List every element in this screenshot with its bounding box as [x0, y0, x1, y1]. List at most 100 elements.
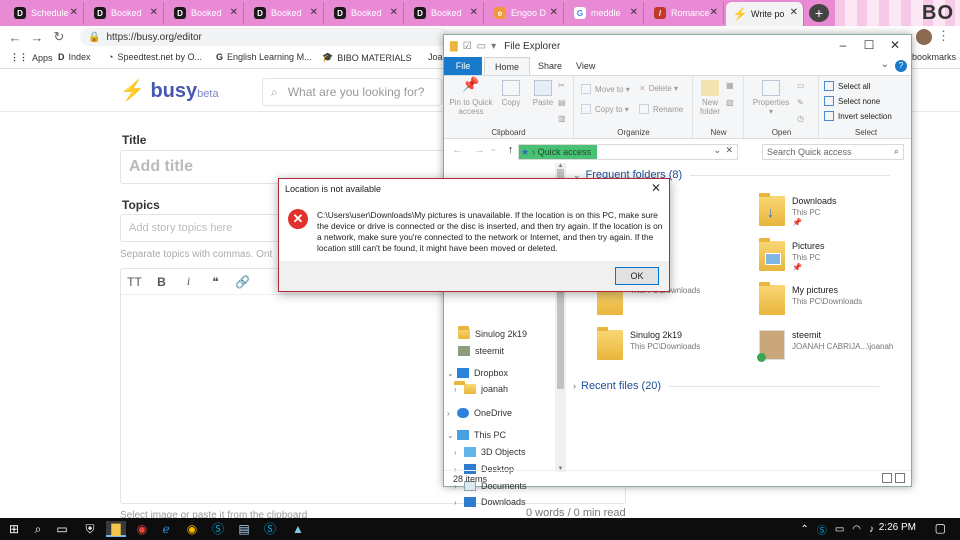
forward-arrow-icon[interactable]: →	[474, 144, 485, 156]
breadcrumb[interactable]: ★ › Quick access	[519, 145, 598, 159]
nav-item-downloads[interactable]: › Downloads	[454, 497, 526, 507]
tile-sinulog[interactable]: Sinulog 2k19 This PC\Downloads	[597, 327, 757, 360]
expand-arrow-icon[interactable]: ›	[573, 381, 576, 391]
tab-file[interactable]: File	[444, 57, 482, 75]
close-icon[interactable]: ✕	[790, 7, 798, 18]
edit-icon[interactable]: ✎	[797, 98, 804, 107]
tab-meddle[interactable]: G meddle ✕	[566, 2, 644, 24]
tile-pictures[interactable]: Pictures This PC 📌	[759, 238, 919, 272]
chevron-down-icon[interactable]: ▾	[491, 41, 496, 52]
search-icon[interactable]: ⌕	[28, 521, 48, 537]
select-none-button[interactable]: Select none	[824, 96, 880, 106]
task-view-icon[interactable]: ▭	[52, 521, 72, 537]
easy-access-icon[interactable]: ▧	[726, 98, 734, 107]
chevron-up-icon[interactable]: ⌃	[800, 524, 808, 535]
properties-icon[interactable]: ☑	[463, 41, 472, 52]
skype-tray-icon[interactable]: Ⓢ	[817, 522, 827, 537]
expand-arrow-icon[interactable]: ›	[454, 498, 464, 507]
pin-quick-access-button[interactable]: 📌 Pin to Quick access	[448, 77, 494, 116]
nav-item-steemit[interactable]: steemit	[458, 346, 504, 356]
up-arrow-icon[interactable]: ↑	[508, 144, 514, 156]
profile-avatar[interactable]	[916, 29, 932, 45]
nav-item-dropbox[interactable]: ⌄ Dropbox	[447, 368, 508, 378]
bookmark-index[interactable]: D Index	[58, 52, 91, 62]
bookmark-english-learning[interactable]: G English Learning M...	[216, 52, 312, 62]
tab-booked-1[interactable]: D Booked ✕	[86, 2, 164, 24]
tab-view[interactable]: View	[566, 57, 605, 75]
tab-booked-5[interactable]: D Booked ✕	[406, 2, 484, 24]
link-icon[interactable]: 🔗	[229, 275, 256, 289]
edge-taskbar-icon[interactable]: ℯ	[156, 521, 176, 537]
copy-to-button[interactable]: Copy to ▾	[581, 104, 629, 114]
ok-button[interactable]: OK	[615, 267, 659, 285]
expand-arrow-icon[interactable]: ⌄	[447, 369, 457, 378]
text-size-button[interactable]: TT	[121, 275, 148, 289]
file-explorer-taskbar-icon[interactable]: ▇	[106, 521, 126, 537]
tile-steemit[interactable]: steemit JOANAH CABRIJA...\joanah	[757, 330, 919, 362]
new-folder-button[interactable]: New folder	[696, 80, 724, 116]
delete-button[interactable]: ✕ Delete ▾	[639, 84, 678, 93]
windows-start-icon[interactable]: ⊞	[4, 521, 24, 537]
minimize-icon[interactable]: –	[831, 38, 855, 52]
url-field[interactable]: 🔒 https://busy.org/editor	[80, 28, 450, 46]
tab-romance[interactable]: / Romance ✕	[646, 2, 724, 24]
close-icon[interactable]: ✕	[230, 7, 238, 18]
tab-booked-2[interactable]: D Booked ✕	[166, 2, 244, 24]
bookmark-apps[interactable]: ⋮⋮ Apps	[10, 52, 53, 63]
chrome-canary-taskbar-icon[interactable]: ◉	[182, 521, 202, 537]
tab-booked-3[interactable]: D Booked ✕	[246, 2, 324, 24]
tile-my-pictures[interactable]: My pictures This PC\Downloads	[759, 282, 919, 315]
select-all-button[interactable]: Select all	[824, 81, 870, 91]
properties-button[interactable]: Properties ▾	[747, 80, 795, 116]
close-icon[interactable]: ✕	[630, 7, 638, 18]
italic-button[interactable]: i	[175, 274, 202, 289]
skype-business-taskbar-icon[interactable]: Ⓢ	[260, 521, 280, 537]
close-icon[interactable]: ✕	[70, 7, 78, 18]
recent-files-header[interactable]: › Recent files (20)	[573, 380, 903, 392]
close-icon[interactable]: ✕	[651, 181, 661, 195]
bookmark-bibo-materials[interactable]: 🎓 BIBO MATERIALS	[322, 52, 412, 63]
bookmark-joa[interactable]: Joa	[428, 52, 443, 62]
history-icon[interactable]: ◷	[797, 114, 804, 123]
explorer-search-input[interactable]: Search Quick access ⌕	[762, 144, 904, 160]
details-view-icon[interactable]	[882, 473, 892, 483]
help-icon[interactable]: ?	[895, 60, 907, 72]
close-icon[interactable]: ✕	[310, 7, 318, 18]
close-icon[interactable]: ✕	[470, 7, 478, 18]
busy-logo[interactable]: ⚡ busybeta	[120, 78, 219, 103]
battery-icon[interactable]: ▭	[835, 524, 844, 535]
volume-icon[interactable]: ♪	[869, 524, 874, 535]
tab-write-post[interactable]: ⚡ Write po ✕	[726, 2, 804, 26]
tab-home[interactable]: Home	[484, 57, 531, 75]
app-taskbar-icon[interactable]: ▲	[288, 521, 308, 537]
quote-button[interactable]: ❝	[202, 275, 229, 289]
maximize-icon[interactable]: ☐	[857, 38, 881, 52]
paste-button[interactable]: Paste	[528, 80, 558, 107]
clear-icon[interactable]: ✕	[725, 145, 733, 156]
close-icon[interactable]: ✕	[550, 7, 558, 18]
tab-booked-4[interactable]: D Booked ✕	[326, 2, 404, 24]
back-arrow-icon[interactable]: ←	[452, 144, 463, 156]
chevron-down-icon[interactable]: ⌄	[881, 59, 889, 70]
wifi-icon[interactable]: ◠	[852, 524, 861, 535]
expand-arrow-icon[interactable]: ›	[447, 409, 457, 418]
chevron-down-icon[interactable]: ⌄	[713, 145, 721, 156]
expand-arrow-icon[interactable]: ›	[454, 448, 464, 457]
nav-item-onedrive[interactable]: › OneDrive	[447, 408, 512, 418]
invert-selection-button[interactable]: Invert selection	[824, 111, 892, 121]
close-icon[interactable]: ✕	[710, 7, 718, 18]
notepad-taskbar-icon[interactable]: ▤	[234, 521, 254, 537]
close-icon[interactable]: ✕	[390, 7, 398, 18]
copy-path-icon[interactable]: ▤	[558, 98, 566, 107]
nav-item-joanah[interactable]: › joanah	[454, 384, 508, 394]
copy-button[interactable]: Copy	[496, 80, 526, 107]
close-icon[interactable]: ✕	[150, 7, 158, 18]
new-item-icon[interactable]: ▦	[726, 81, 734, 90]
move-to-button[interactable]: Move to ▾	[581, 84, 630, 94]
reload-icon[interactable]: ↻	[48, 29, 70, 45]
path-field[interactable]: ★ › Quick access ⌄ ✕	[518, 144, 738, 160]
tab-engoo[interactable]: e Engoo D ✕	[486, 2, 564, 24]
open-icon[interactable]: ▭	[797, 81, 805, 90]
recent-locations-icon[interactable]: ⌄	[490, 144, 497, 156]
back-arrow-icon[interactable]: ←	[4, 30, 26, 45]
